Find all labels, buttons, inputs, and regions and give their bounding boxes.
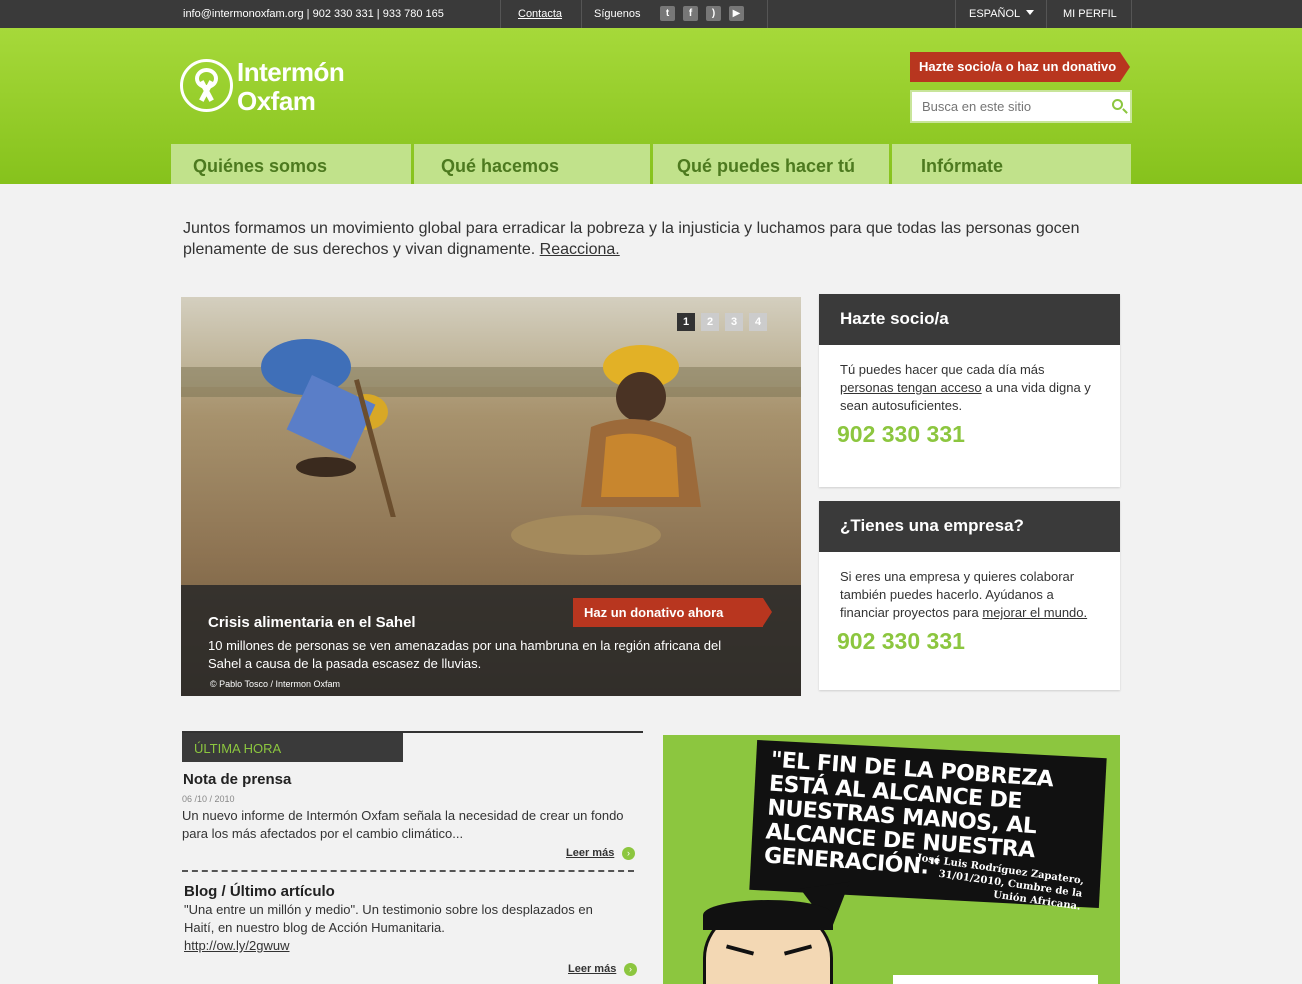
blog-link[interactable]: http://ow.ly/2gwuw: [184, 938, 290, 953]
socio-box-title: Hazte socio/a: [819, 294, 1120, 345]
search-icon[interactable]: [1112, 99, 1123, 110]
hero-description: 10 millones de personas se ven amenazada…: [208, 638, 722, 671]
divider: [182, 870, 634, 872]
paper-shape: [893, 975, 1098, 984]
socio-box-text: Tú puedes hacer que cada día más persona…: [840, 362, 1091, 413]
arrow-right-icon[interactable]: ›: [622, 847, 635, 860]
intro-text: Juntos formamos un movimiento global par…: [183, 220, 1080, 258]
empresa-box: ¿Tienes una empresa? Si eres una empresa…: [819, 501, 1120, 690]
slider-page-2[interactable]: 2: [701, 313, 719, 331]
divider: [1046, 0, 1047, 28]
empresa-box-text: Si eres una empresa y quieres colaborar …: [840, 569, 1088, 620]
nav-quienes-somos[interactable]: Quiénes somos: [171, 144, 411, 184]
oxfam-logo-icon[interactable]: [180, 59, 233, 112]
logo-text[interactable]: Intermón Oxfam: [237, 57, 345, 116]
hero-photo-bowl: [511, 515, 661, 555]
cartoon-face-icon: [703, 900, 833, 984]
siguenos-label: Síguenos: [594, 8, 641, 20]
press-note-date: 06 /10 / 2010: [182, 794, 235, 804]
blog-text: "Una entre un millón y medio". Un testim…: [184, 902, 593, 953]
divider: [581, 0, 582, 28]
leer-mas-link[interactable]: Leer más: [568, 963, 616, 975]
hero-photo-figure: [261, 339, 403, 517]
top-bar: info@intermonoxfam.org | 902 330 331 | 9…: [0, 0, 1302, 28]
header: Intermón Oxfam Hazte socio/a o haz un do…: [0, 28, 1302, 184]
empresa-phone: 902 330 331: [837, 628, 965, 654]
donate-now-button[interactable]: Haz un donativo ahora: [573, 598, 772, 627]
socio-phone: 902 330 331: [837, 421, 965, 447]
language-label: ESPAÑOL: [969, 8, 1021, 20]
contacta-link[interactable]: Contacta: [518, 8, 562, 20]
arrow-right-icon[interactable]: ›: [624, 963, 637, 976]
chevron-down-icon: [1026, 10, 1035, 15]
mejorar-mundo-link[interactable]: mejorar el mundo.: [982, 605, 1087, 620]
leer-mas-link[interactable]: Leer más: [566, 847, 614, 859]
search-box: [910, 90, 1132, 123]
logo-line2: Oxfam: [237, 86, 316, 116]
slider-page-4[interactable]: 4: [749, 313, 767, 331]
socio-box: Hazte socio/a Tú puedes hacer que cada d…: [819, 294, 1120, 487]
photo-credit: © Pablo Tosco / Intermon Oxfam: [210, 679, 341, 689]
hero-photo-figure: [581, 345, 701, 507]
hero-caption: Haz un donativo ahora Crisis alimentaria…: [181, 585, 801, 696]
youtube-icon[interactable]: ▶: [729, 6, 744, 21]
nav-que-puedes-hacer[interactable]: Qué puedes hacer tú: [653, 144, 889, 184]
nav-informate[interactable]: Infórmate: [892, 144, 1131, 184]
search-input[interactable]: [912, 92, 1102, 121]
slider-page-1[interactable]: 1: [677, 313, 695, 331]
mi-perfil-link[interactable]: MI PERFIL: [1063, 8, 1117, 20]
ultima-hora-label: ÚLTIMA HORA: [182, 733, 403, 762]
divider: [500, 0, 501, 28]
reacciona-link[interactable]: Reacciona.: [540, 241, 620, 258]
language-selector[interactable]: ESPAÑOL: [969, 8, 1035, 20]
rss-icon[interactable]: ): [706, 6, 721, 21]
contact-info: info@intermonoxfam.org | 902 330 331 | 9…: [183, 8, 444, 20]
divider: [767, 0, 768, 28]
press-note-text: Un nuevo informe de Intermón Oxfam señal…: [182, 808, 624, 841]
facebook-icon[interactable]: f: [683, 6, 698, 21]
hero-slider[interactable]: 1 2 3 4 Haz un donativo ahora Crisis ali…: [181, 297, 801, 696]
slider-page-3[interactable]: 3: [725, 313, 743, 331]
hero-title[interactable]: Crisis alimentaria en el Sahel: [208, 614, 416, 631]
quote-illustration[interactable]: "EL FIN DE LA POBREZA ESTÁ AL ALCANCE DE…: [663, 735, 1120, 984]
nav-que-hacemos[interactable]: Qué hacemos: [414, 144, 650, 184]
donate-header-button[interactable]: Hazte socio/a o haz un donativo: [910, 52, 1130, 82]
blog-title[interactable]: Blog / Último artículo: [184, 883, 335, 900]
personas-link[interactable]: personas tengan acceso: [840, 380, 982, 395]
divider: [955, 0, 956, 28]
press-note-title[interactable]: Nota de prensa: [183, 771, 291, 788]
twitter-icon[interactable]: t: [660, 6, 675, 21]
empresa-box-title: ¿Tienes una empresa?: [819, 501, 1120, 552]
logo-line1: Intermón: [237, 57, 345, 87]
divider: [1131, 0, 1132, 28]
